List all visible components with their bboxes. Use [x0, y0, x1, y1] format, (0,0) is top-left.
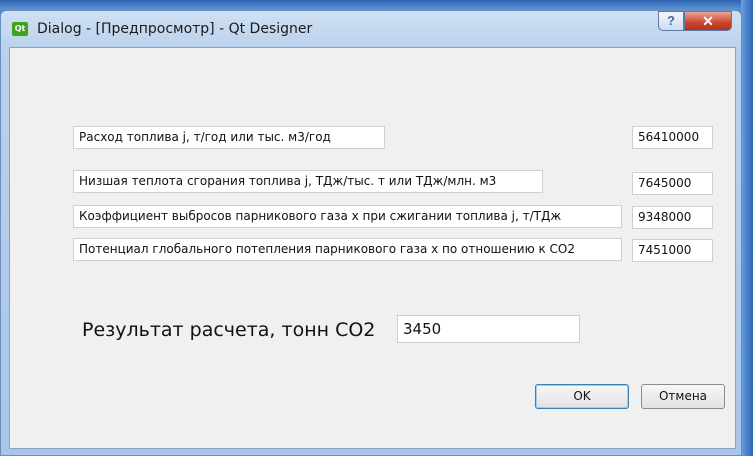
ok-button[interactable]: OK	[535, 384, 629, 409]
title-bar[interactable]: Qt Dialog - [Предпросмотр] - Qt Designer…	[1, 11, 741, 47]
gwp-input[interactable]: 7451000	[632, 239, 713, 262]
desktop-edge	[741, 0, 753, 456]
fuel-consumption-label: Расход топлива j, т/год или тыс. м3/год	[73, 126, 385, 149]
close-button[interactable]: ✕	[684, 11, 732, 31]
desktop-background	[0, 0, 753, 10]
help-button[interactable]: ?	[658, 11, 684, 31]
window-title: Dialog - [Предпросмотр] - Qt Designer	[37, 21, 313, 37]
fuel-consumption-input[interactable]: 56410000	[632, 126, 713, 149]
gwp-label: Потенциал глобального потепления парнико…	[73, 238, 622, 261]
heat-value-label: Низшая теплота сгорания топлива j, ТДж/т…	[73, 170, 543, 193]
result-input[interactable]: 3450	[397, 315, 580, 343]
cancel-button[interactable]: Отмена	[641, 384, 725, 409]
emission-factor-input[interactable]: 9348000	[632, 206, 713, 229]
heat-value-input[interactable]: 7645000	[632, 172, 713, 195]
dialog-window: Qt Dialog - [Предпросмотр] - Qt Designer…	[0, 10, 742, 456]
dialog-client-area: Расход топлива j, т/год или тыс. м3/год …	[9, 47, 736, 449]
result-label: Результат расчета, тонн СО2	[82, 319, 376, 341]
qt-app-icon: Qt	[12, 22, 28, 36]
emission-factor-label: Коэффициент выбросов парникового газа х …	[73, 205, 622, 228]
